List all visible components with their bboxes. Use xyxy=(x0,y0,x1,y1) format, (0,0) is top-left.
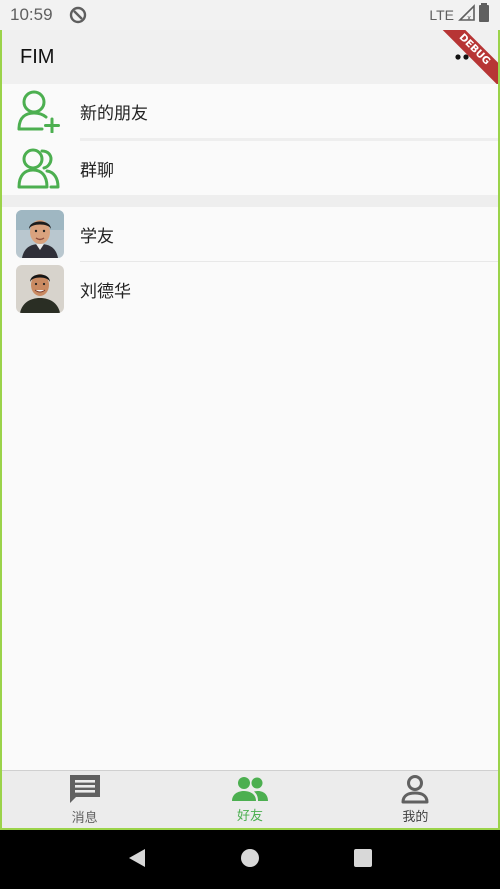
friend-avatar-wrap xyxy=(2,210,80,258)
new-friends-label: 新的朋友 xyxy=(80,103,148,124)
nav-messages-label: 消息 xyxy=(71,811,98,826)
nav-me[interactable]: 我的 xyxy=(333,771,498,828)
group-chat-label: 群聊 xyxy=(80,160,114,181)
avatar xyxy=(16,210,64,258)
app-title: FIM xyxy=(20,45,55,68)
system-navigation-bar xyxy=(0,830,500,889)
person-icon xyxy=(401,775,429,804)
svg-text:x: x xyxy=(467,14,471,22)
friend-name: 学友 xyxy=(80,226,114,247)
new-friends-item[interactable]: 新的朋友 xyxy=(2,84,498,138)
nav-me-label: 我的 xyxy=(402,810,429,825)
people-icon xyxy=(231,777,268,801)
network-type: LTE xyxy=(429,7,454,23)
bottom-navigation: 消息 好友 我的 xyxy=(2,770,498,828)
message-icon xyxy=(69,775,100,803)
friend-item[interactable]: 学友 xyxy=(2,207,498,261)
nav-friends-label: 好友 xyxy=(236,809,263,824)
recents-icon[interactable] xyxy=(353,848,373,872)
signal-icon: x xyxy=(458,4,476,26)
nav-messages[interactable]: 消息 xyxy=(2,771,167,828)
app-frame: FIM DEBUG 新的朋友 群聊 学友 刘德华 消息 好友 我的 xyxy=(0,30,500,830)
friend-avatar-wrap xyxy=(2,265,80,313)
contact-list: 新的朋友 群聊 学友 刘德华 xyxy=(2,84,498,316)
section-divider xyxy=(2,195,498,207)
battery-icon xyxy=(478,3,490,27)
status-bar: 10:59 LTE x xyxy=(0,0,500,30)
group-chat-item[interactable]: 群聊 xyxy=(2,141,498,195)
back-icon[interactable] xyxy=(127,848,147,872)
nav-friends[interactable]: 好友 xyxy=(167,771,332,828)
home-icon[interactable] xyxy=(240,848,260,872)
group-icon xyxy=(2,146,80,190)
status-time: 10:59 xyxy=(10,5,53,24)
app-bar: FIM xyxy=(2,30,498,84)
add-person-icon xyxy=(2,89,80,133)
friend-name: 刘德华 xyxy=(80,281,131,302)
friend-item[interactable]: 刘德华 xyxy=(2,262,498,316)
data-saver-icon xyxy=(69,6,87,24)
avatar xyxy=(16,265,64,313)
